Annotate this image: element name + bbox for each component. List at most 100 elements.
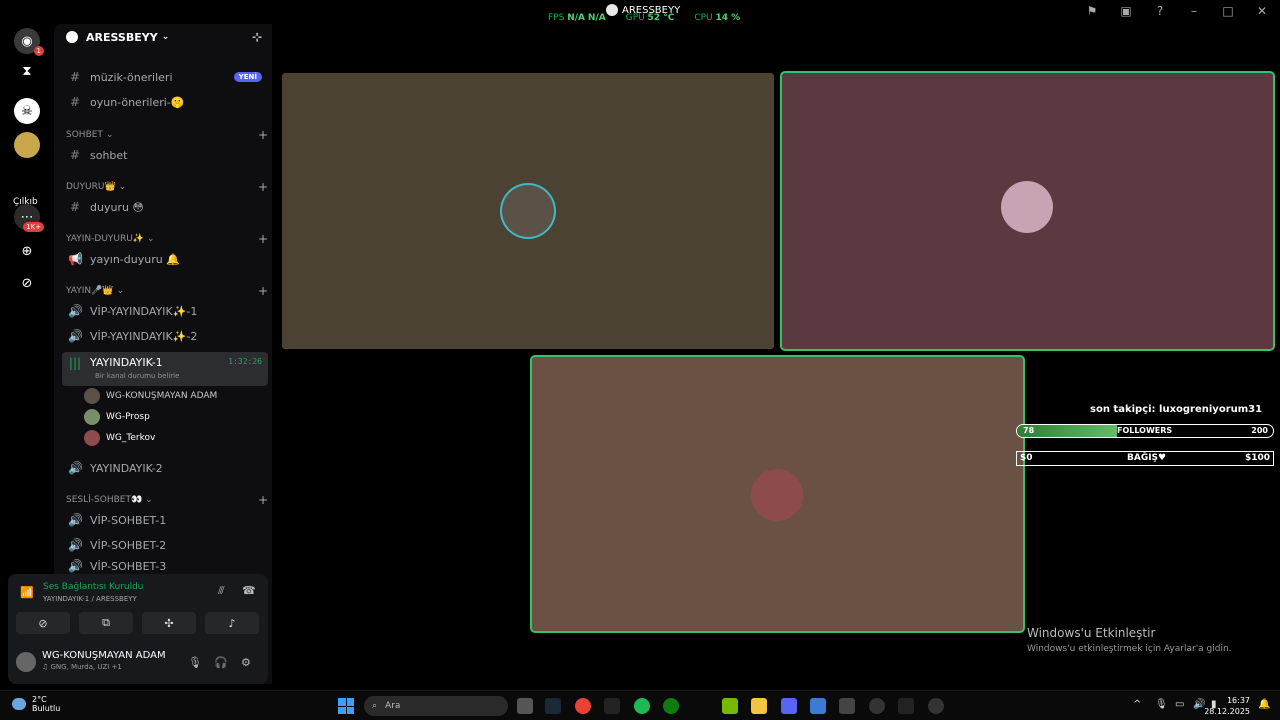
app-icon-dark[interactable] bbox=[839, 698, 855, 714]
voice-active-icon: ||| bbox=[68, 356, 82, 370]
server-guild-icon bbox=[66, 31, 78, 43]
category-duyuru[interactable]: DUYURU👑 ⌄ + bbox=[66, 180, 268, 194]
taskbar-search[interactable]: ⌕ Ara bbox=[364, 696, 508, 716]
app-icon-circle[interactable] bbox=[928, 698, 944, 714]
channel-label: VİP-YAYINDAYIK✨-2 bbox=[90, 329, 198, 343]
category-yayin-duyuru[interactable]: YAYIN-DUYURU✨ ⌄ + bbox=[66, 232, 268, 246]
settings-icon[interactable] bbox=[869, 698, 885, 714]
chrome-icon[interactable] bbox=[575, 698, 591, 714]
epic-games-icon[interactable] bbox=[604, 698, 620, 714]
screen-share-button[interactable]: ⧉ bbox=[79, 612, 133, 634]
server-icon-yellow[interactable] bbox=[14, 132, 40, 158]
file-explorer-icon[interactable] bbox=[751, 698, 767, 714]
donation-max: $100 bbox=[1244, 453, 1270, 463]
network-icon[interactable]: ▭ bbox=[1175, 699, 1184, 710]
voice-user[interactable]: WG-KONUŞMAYAN ADAM bbox=[84, 386, 217, 406]
voice-user-name: WG_Terkov bbox=[106, 433, 156, 443]
plus-icon[interactable]: + bbox=[258, 493, 268, 507]
weather-widget[interactable]: 2°C Bulutlu bbox=[12, 695, 60, 713]
nvidia-icon[interactable] bbox=[722, 698, 738, 714]
microphone-icon[interactable]: 🎙 bbox=[188, 656, 202, 669]
server-header[interactable]: ARESSBEYY ⌄ ⊹ bbox=[66, 30, 262, 44]
minimize-icon[interactable]: – bbox=[1186, 4, 1202, 18]
avatar[interactable] bbox=[16, 652, 36, 672]
spotify-icon[interactable] bbox=[634, 698, 650, 714]
channel-sohbet[interactable]: # sohbet bbox=[62, 144, 268, 166]
activation-title: Windows'u Etkinleştir bbox=[1027, 626, 1156, 640]
channel-vip-yayin-1[interactable]: 🔊 VİP-YAYINDAYIK✨-1 bbox=[62, 300, 268, 322]
channel-vip-sohbet-3[interactable]: 🔊 VİP-SOHBET-3 bbox=[62, 559, 268, 573]
plus-icon[interactable]: + bbox=[258, 284, 268, 298]
mic-tray-icon[interactable]: 🎙 bbox=[1155, 699, 1168, 710]
hourglass-icon[interactable]: ⧗ bbox=[14, 58, 40, 84]
clock[interactable]: 16:37 28.12.2025 bbox=[1204, 695, 1250, 717]
channel-yayin-duyuru[interactable]: 📢 yayın-duyuru 🔔 bbox=[62, 248, 268, 270]
megaphone-icon: 📢 bbox=[68, 252, 83, 266]
voice-status[interactable]: Ses Bağlantısı Kuruldu bbox=[43, 582, 143, 592]
current-user-name[interactable]: WG-KONUŞMAYAN ADAM bbox=[42, 650, 166, 661]
steam-icon[interactable] bbox=[545, 698, 561, 714]
speaker-icon: 🔊 bbox=[68, 461, 83, 475]
channel-duyuru[interactable]: # duyuru 😳 bbox=[62, 196, 268, 218]
start-button[interactable] bbox=[338, 698, 354, 714]
channel-vip-sohbet-1[interactable]: 🔊 VİP-SOHBET-1 bbox=[62, 509, 268, 531]
plus-icon[interactable]: + bbox=[258, 128, 268, 142]
camera-button[interactable]: ⊘ bbox=[16, 612, 70, 634]
server-icon-skull[interactable]: ☠ bbox=[14, 98, 40, 124]
discord-taskbar-icon[interactable] bbox=[781, 698, 797, 714]
settings-gear-icon[interactable]: ⚙ bbox=[241, 656, 251, 669]
channel-yayindayik-1[interactable]: ||| YAYINDAYIK-1 Bir kanal durumu belirl… bbox=[62, 352, 268, 386]
search-icon: ⌕ bbox=[372, 701, 378, 711]
epic-games-icon-2[interactable] bbox=[898, 698, 914, 714]
discord-home-icon[interactable]: ◉ 1 bbox=[14, 28, 44, 56]
activities-button[interactable]: ✣ bbox=[142, 612, 196, 634]
disconnect-icon[interactable]: ☎ bbox=[242, 584, 256, 597]
avatar bbox=[502, 185, 554, 237]
noise-suppression-icon[interactable]: ⫻ bbox=[218, 584, 225, 598]
discover-icon[interactable]: ⊘ bbox=[14, 270, 40, 296]
activation-sub: Windows'u etkinleştirmek için Ayarlar'a … bbox=[1027, 644, 1232, 654]
category-label: YAYIN-DUYURU✨ bbox=[66, 234, 145, 244]
voice-connection-panel: 📶 Ses Bağlantısı Kuruldu YAYINDAYIK-1 / … bbox=[8, 574, 268, 684]
close-icon[interactable]: ✕ bbox=[1254, 4, 1270, 18]
tray-chevron-icon[interactable]: ^ bbox=[1133, 699, 1141, 710]
channel-vip-yayin-2[interactable]: 🔊 VİP-YAYINDAYIK✨-2 bbox=[62, 325, 268, 347]
add-member-icon[interactable]: ⊹ bbox=[252, 30, 262, 44]
task-view-icon[interactable] bbox=[517, 698, 533, 714]
plus-icon[interactable]: + bbox=[258, 232, 268, 246]
video-tile-user-1[interactable] bbox=[282, 73, 774, 349]
maximize-icon[interactable]: □ bbox=[1220, 4, 1236, 18]
channel-vip-sohbet-2[interactable]: 🔊 VİP-SOHBET-2 bbox=[62, 534, 268, 556]
category-sesli-sohbet[interactable]: SESLİ-SOHBET👀 ⌄ + bbox=[66, 493, 268, 507]
activities-icon: ✣ bbox=[164, 616, 174, 630]
hash-icon: # bbox=[69, 70, 81, 84]
help-icon[interactable]: ? bbox=[1152, 4, 1168, 18]
clock-time: 16:37 bbox=[1226, 696, 1250, 705]
server-icon-group[interactable]: ⋯ 1K+ bbox=[14, 204, 44, 232]
soundboard-button[interactable]: ♪ bbox=[205, 612, 259, 634]
plus-icon[interactable]: + bbox=[258, 180, 268, 194]
speaker-icon: 🔊 bbox=[68, 304, 83, 318]
screen-icon[interactable]: ▣ bbox=[1118, 4, 1134, 18]
channel-label: yayın-duyuru 🔔 bbox=[90, 252, 180, 266]
channel-status[interactable]: Bir kanal durumu belirle bbox=[95, 372, 179, 380]
video-tile-user-2[interactable] bbox=[782, 73, 1273, 349]
notification-icon[interactable]: 🔔 bbox=[1258, 699, 1270, 710]
server-name: ARESSBEYY bbox=[86, 30, 158, 44]
channel-oyun[interactable]: # oyun-önerileri-🤫 bbox=[62, 91, 268, 113]
perf-stats: FPS N/A N/A GPU 52 °C CPU 14 % bbox=[548, 13, 740, 23]
channel-label: VİP-SOHBET-3 bbox=[90, 559, 167, 573]
xbox-icon[interactable] bbox=[663, 698, 679, 714]
app-icon-blue[interactable] bbox=[810, 698, 826, 714]
voice-user[interactable]: WG_Terkov bbox=[84, 428, 155, 448]
inbox-icon[interactable]: ⚑ bbox=[1084, 4, 1100, 18]
channel-muzik[interactable]: # müzik-önerileri YENİ bbox=[62, 66, 268, 88]
voice-user-name: WG-KONUŞMAYAN ADAM bbox=[106, 391, 218, 401]
headphones-icon[interactable]: 🎧 bbox=[214, 656, 228, 669]
voice-user[interactable]: WG-Prosp bbox=[84, 407, 150, 427]
category-yayin[interactable]: YAYIN🎤👑 ⌄ + bbox=[66, 284, 268, 298]
category-sohbet[interactable]: SOHBET ⌄ + bbox=[66, 128, 268, 142]
channel-yayindayik-2[interactable]: 🔊 YAYINDAYIK-2 bbox=[62, 457, 268, 479]
add-server-icon[interactable]: ⊕ bbox=[14, 238, 40, 264]
video-tile-user-3[interactable] bbox=[532, 357, 1023, 631]
